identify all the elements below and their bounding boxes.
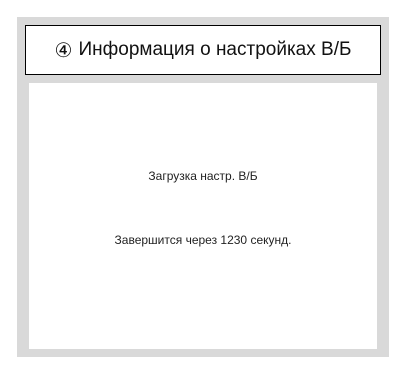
step-number-badge: ④	[54, 38, 73, 62]
countdown-text: Завершится через 1230 секунд.	[114, 233, 292, 247]
page-title-text: Информация о настройках В/Б	[78, 39, 352, 60]
loading-status-text: Загрузка настр. В/Б	[148, 169, 258, 183]
page-title: ④ Информация о настройках В/Б	[25, 25, 381, 75]
content-panel: Загрузка настр. В/Б Завершится через 123…	[29, 83, 377, 349]
dialog-frame: ④ Информация о настройках В/Б Загрузка н…	[17, 17, 389, 357]
